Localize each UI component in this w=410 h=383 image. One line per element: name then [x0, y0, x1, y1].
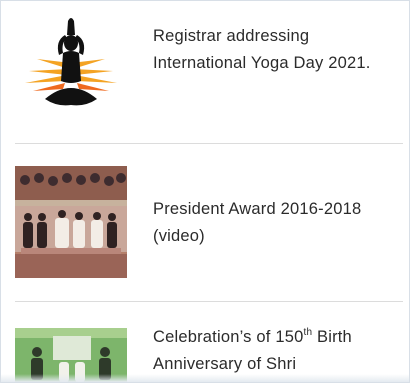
news-item-yoga-day[interactable]: Registrar addressing International Yoga …	[1, 1, 409, 141]
scroll-fade	[1, 374, 409, 382]
award-thumbnail[interactable]	[15, 166, 127, 278]
news-item-birth-anniversary[interactable]: Celebration’s of 150th Birth Anniversary…	[1, 302, 409, 382]
news-list-panel: Registrar addressing International Yoga …	[0, 0, 410, 383]
award-ceremony-photo	[15, 166, 127, 278]
yoga-thumbnail[interactable]	[15, 11, 127, 121]
yoga-meditation-icon	[15, 11, 127, 121]
news-title[interactable]: Celebration’s of 150th Birth Anniversary…	[153, 324, 403, 378]
news-title-part: Celebration’s of 150	[153, 328, 304, 346]
news-item-president-award[interactable]: President Award 2016-2018 (video)	[1, 144, 409, 301]
news-title[interactable]: Registrar addressing International Yoga …	[153, 23, 403, 77]
ordinal-suffix: th	[303, 326, 313, 338]
news-title[interactable]: President Award 2016-2018 (video)	[153, 196, 403, 250]
